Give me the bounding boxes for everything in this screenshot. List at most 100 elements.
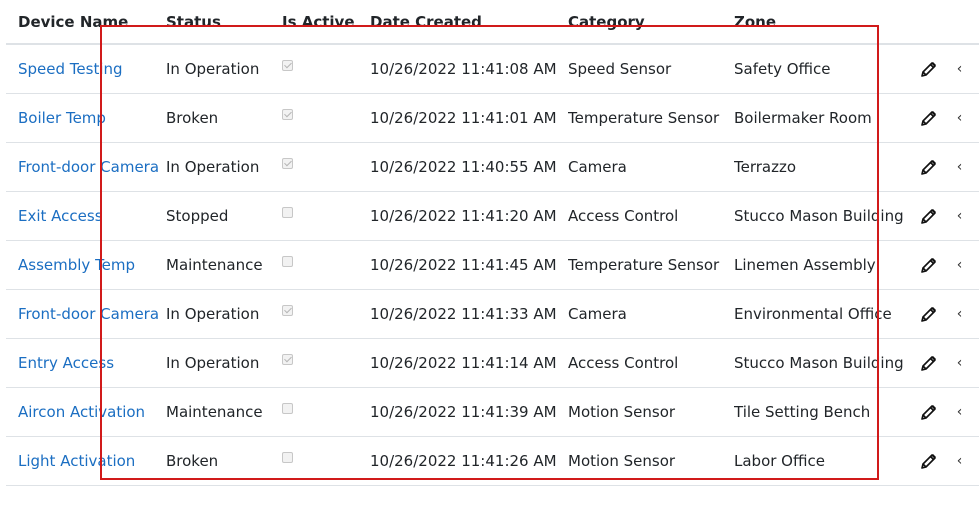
- zone-cell: Environmental Office: [734, 289, 920, 339]
- zone-cell: Labor Office: [734, 436, 920, 486]
- pencil-icon[interactable]: [920, 256, 938, 274]
- zone-cell: Stucco Mason Building: [734, 191, 920, 241]
- table-row: Exit Access Stopped 10/26/2022 11:41:20 …: [6, 191, 979, 241]
- date-created-cell: 10/26/2022 11:40:55 AM: [370, 142, 568, 192]
- chevron-left-icon[interactable]: ‹: [957, 404, 963, 420]
- chevron-left-icon[interactable]: ‹: [957, 61, 963, 77]
- category-cell: Temperature Sensor: [568, 93, 734, 143]
- pencil-icon[interactable]: [920, 354, 938, 372]
- category-cell: Access Control: [568, 338, 734, 388]
- header-status[interactable]: Status: [166, 0, 282, 45]
- date-created-cell: 10/26/2022 11:41:08 AM: [370, 44, 568, 94]
- header-zone[interactable]: Zone: [734, 0, 920, 45]
- pencil-icon[interactable]: [920, 305, 938, 323]
- is-active-cell: [282, 387, 370, 437]
- device-name-cell: Assembly Temp: [6, 240, 166, 290]
- status-cell: Broken: [166, 436, 282, 486]
- category-cell: Motion Sensor: [568, 387, 734, 437]
- device-name-link[interactable]: Light Activation: [18, 452, 135, 470]
- chevron-left-icon[interactable]: ‹: [957, 306, 963, 322]
- device-name-cell: Front-door Camera: [6, 142, 166, 192]
- actions-cell: ‹: [920, 387, 979, 437]
- table-row: Assembly Temp Maintenance 10/26/2022 11:…: [6, 240, 979, 290]
- device-name-link[interactable]: Aircon Activation: [18, 403, 145, 421]
- table-row: Boiler Temp Broken 10/26/2022 11:41:01 A…: [6, 93, 979, 143]
- status-cell: In Operation: [166, 142, 282, 192]
- header-device-name[interactable]: Device Name: [6, 0, 166, 45]
- chevron-left-icon[interactable]: ‹: [957, 453, 963, 469]
- chevron-left-icon[interactable]: ‹: [957, 355, 963, 371]
- pencil-icon[interactable]: [920, 158, 938, 176]
- chevron-left-icon[interactable]: ‹: [957, 208, 963, 224]
- is-active-checkbox: [282, 157, 293, 169]
- status-cell: Maintenance: [166, 240, 282, 290]
- zone-cell: Boilermaker Room: [734, 93, 920, 143]
- status-cell: In Operation: [166, 44, 282, 94]
- header-actions: [920, 0, 979, 45]
- header-date-created[interactable]: Date Created: [370, 0, 568, 45]
- status-cell: In Operation: [166, 338, 282, 388]
- table-row: Aircon Activation Maintenance 10/26/2022…: [6, 387, 979, 437]
- zone-cell: Linemen Assembly: [734, 240, 920, 290]
- chevron-left-icon[interactable]: ‹: [957, 159, 963, 175]
- device-name-link[interactable]: Assembly Temp: [18, 256, 135, 274]
- is-active-cell: [282, 142, 370, 192]
- date-created-cell: 10/26/2022 11:41:01 AM: [370, 93, 568, 143]
- pencil-icon[interactable]: [920, 452, 938, 470]
- chevron-left-icon[interactable]: ‹: [957, 257, 963, 273]
- header-category[interactable]: Category: [568, 0, 734, 45]
- actions-cell: ‹: [920, 289, 979, 339]
- pencil-icon[interactable]: [920, 60, 938, 78]
- is-active-checkbox: [282, 451, 293, 463]
- category-cell: Motion Sensor: [568, 436, 734, 486]
- header-is-active[interactable]: Is Active: [282, 0, 370, 45]
- date-created-cell: 10/26/2022 11:41:39 AM: [370, 387, 568, 437]
- table-row: Entry Access In Operation 10/26/2022 11:…: [6, 338, 979, 388]
- category-cell: Camera: [568, 289, 734, 339]
- is-active-cell: [282, 93, 370, 143]
- device-name-link[interactable]: Entry Access: [18, 354, 114, 372]
- is-active-cell: [282, 44, 370, 94]
- date-created-cell: 10/26/2022 11:41:20 AM: [370, 191, 568, 241]
- table-row: Front-door Camera In Operation 10/26/202…: [6, 289, 979, 339]
- device-name-cell: Aircon Activation: [6, 387, 166, 437]
- table-row: Front-door Camera In Operation 10/26/202…: [6, 142, 979, 192]
- status-cell: Broken: [166, 93, 282, 143]
- pencil-icon[interactable]: [920, 207, 938, 225]
- category-cell: Camera: [568, 142, 734, 192]
- chevron-left-icon[interactable]: ‹: [957, 110, 963, 126]
- pencil-icon[interactable]: [920, 403, 938, 421]
- pencil-icon[interactable]: [920, 109, 938, 127]
- is-active-cell: [282, 338, 370, 388]
- is-active-checkbox: [282, 59, 293, 71]
- date-created-cell: 10/26/2022 11:41:33 AM: [370, 289, 568, 339]
- date-created-cell: 10/26/2022 11:41:45 AM: [370, 240, 568, 290]
- zone-cell: Stucco Mason Building: [734, 338, 920, 388]
- device-name-cell: Speed Testing: [6, 44, 166, 94]
- table-row: Speed Testing In Operation 10/26/2022 11…: [6, 44, 979, 94]
- device-name-link[interactable]: Front-door Camera: [18, 305, 159, 323]
- is-active-checkbox: [282, 206, 293, 218]
- zone-cell: Tile Setting Bench: [734, 387, 920, 437]
- is-active-cell: [282, 240, 370, 290]
- device-name-link[interactable]: Speed Testing: [18, 60, 123, 78]
- is-active-checkbox: [282, 255, 293, 267]
- actions-cell: ‹: [920, 338, 979, 388]
- is-active-checkbox: [282, 108, 293, 120]
- device-name-cell: Boiler Temp: [6, 93, 166, 143]
- device-table-container: Device Name Status Is Active Date Create…: [6, 0, 979, 486]
- device-name-link[interactable]: Boiler Temp: [18, 109, 106, 127]
- device-name-cell: Light Activation: [6, 436, 166, 486]
- zone-cell: Terrazzo: [734, 142, 920, 192]
- device-name-link[interactable]: Front-door Camera: [18, 158, 159, 176]
- is-active-checkbox: [282, 353, 293, 365]
- actions-cell: ‹: [920, 240, 979, 290]
- status-cell: In Operation: [166, 289, 282, 339]
- device-name-cell: Entry Access: [6, 338, 166, 388]
- is-active-checkbox: [282, 402, 293, 414]
- device-name-link[interactable]: Exit Access: [18, 207, 103, 225]
- device-name-cell: Exit Access: [6, 191, 166, 241]
- category-cell: Speed Sensor: [568, 44, 734, 94]
- actions-cell: ‹: [920, 436, 979, 486]
- table-body: Speed Testing In Operation 10/26/2022 11…: [6, 44, 979, 486]
